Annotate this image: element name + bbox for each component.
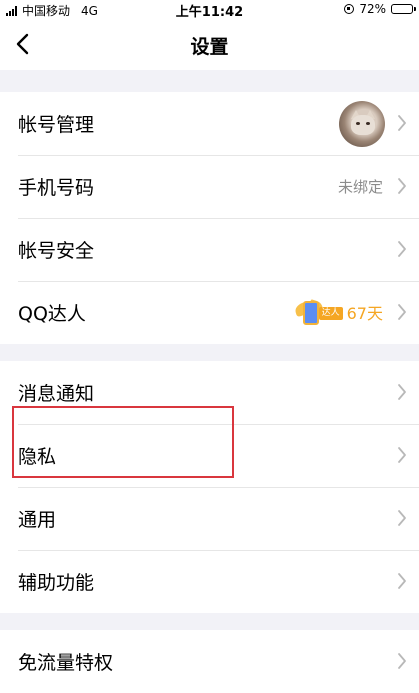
chevron-right-icon	[398, 447, 406, 463]
settings-row-notifications[interactable]: 消息通知	[0, 361, 419, 424]
settings-row-phone-number[interactable]: 手机号码 未绑定	[0, 155, 419, 218]
winged-phone-icon: 达人	[293, 299, 343, 325]
settings-row-free-data[interactable]: 免流量特权	[0, 630, 419, 693]
settings-row-accessibility[interactable]: 辅助功能	[0, 550, 419, 613]
battery-icon	[391, 4, 416, 14]
chevron-right-icon	[398, 178, 406, 194]
battery-percent: 72%	[359, 2, 386, 16]
row-label: 辅助功能	[18, 572, 95, 594]
settings-group-general: 消息通知 隐私 通用 辅助功能	[0, 361, 419, 613]
row-label: 通用	[18, 509, 57, 531]
row-label: 帐号管理	[18, 114, 95, 136]
qq-expert-badge: 达人 67天	[293, 299, 383, 325]
chevron-right-icon	[398, 510, 406, 526]
nav-bar: 设置	[0, 18, 419, 70]
settings-group-account: 帐号管理 手机号码 未绑定 帐号安全 QQ达人 达人 67天	[0, 92, 419, 344]
row-label: 隐私	[18, 446, 57, 468]
page-title: 设置	[190, 36, 229, 58]
chevron-right-icon	[398, 115, 406, 131]
settings-row-privacy[interactable]: 隐私	[0, 424, 419, 487]
chevron-right-icon	[398, 653, 406, 669]
chevron-right-icon	[398, 241, 406, 257]
chevron-right-icon	[398, 573, 406, 589]
settings-group-data: 免流量特权	[0, 630, 419, 693]
chevron-right-icon	[398, 384, 406, 400]
rotation-lock-icon	[344, 4, 355, 14]
row-label: 免流量特权	[18, 652, 114, 674]
row-label: QQ达人	[18, 303, 86, 325]
settings-row-qq-expert[interactable]: QQ达人 达人 67天	[0, 281, 419, 344]
status-right: 72%	[344, 2, 416, 16]
settings-row-account-management[interactable]: 帐号管理	[0, 92, 419, 155]
status-bar: 中国移动 4G 上午11:42 72%	[0, 0, 419, 20]
expert-days-value: 67天	[346, 304, 383, 323]
settings-row-account-security[interactable]: 帐号安全	[0, 218, 419, 281]
expert-tag: 达人	[318, 307, 343, 320]
settings-row-general[interactable]: 通用	[0, 487, 419, 550]
row-label: 消息通知	[18, 383, 95, 405]
chevron-right-icon	[398, 304, 406, 320]
row-label: 帐号安全	[18, 240, 95, 262]
avatar	[339, 101, 385, 147]
row-label: 手机号码	[18, 177, 95, 199]
phone-status-value: 未绑定	[337, 178, 383, 196]
